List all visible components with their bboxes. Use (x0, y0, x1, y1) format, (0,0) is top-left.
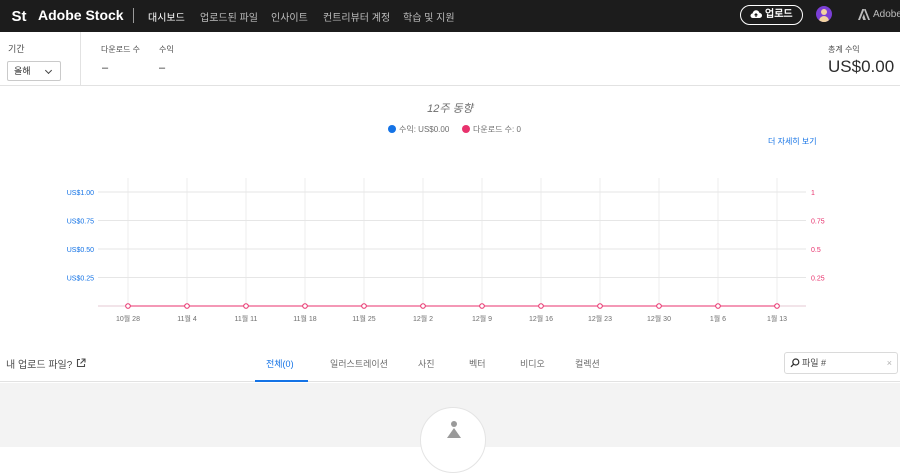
avatar-head (821, 9, 827, 15)
empty-state-illustration (420, 407, 486, 473)
data-point-downloads (361, 303, 367, 309)
stats-row: 기간 올해 다운로드 수 – 수익 – 총계 수익 US$0.00 (0, 32, 900, 86)
legend-downloads-text: 다운로드 수: 0 (473, 125, 521, 134)
data-point-downloads (302, 303, 308, 309)
top-navigation-bar: St Adobe Stock 대시보드 업로드된 파일 인사이트 컨트리뷰터 계… (0, 0, 900, 32)
data-point-downloads (479, 303, 485, 309)
data-point-downloads (420, 303, 426, 309)
active-tab-indicator (255, 380, 308, 382)
x-axis-tick-label: 12월 2 (413, 314, 433, 323)
downloads-value: – (102, 62, 109, 74)
data-point-downloads (184, 303, 190, 309)
legend-downloads[interactable]: 다운로드 수: 0 (462, 124, 521, 135)
file-search-input[interactable]: 파일 # × (784, 352, 898, 374)
x-axis-tick-label: 11월 25 (352, 314, 376, 323)
left-axis-tick-label: US$0.50 (67, 247, 94, 254)
nav-contributor-account[interactable]: 컨트리뷰터 계정 (323, 9, 390, 24)
right-axis-tick-label: 0.75 (811, 219, 825, 226)
right-axis-tick-label: 1 (811, 190, 815, 197)
downloads-label: 다운로드 수 (101, 45, 141, 54)
logo-divider (133, 8, 134, 23)
stock-logo-badge[interactable]: St (7, 4, 31, 28)
legend-revenue-text: 수익: US$0.00 (399, 125, 450, 134)
left-axis-tick-label: US$0.75 (67, 219, 94, 226)
tab-vectors[interactable]: 벡터 (469, 357, 486, 370)
stats-divider (80, 32, 81, 85)
chart-title: 12주 동향 (427, 103, 473, 115)
more-details-link[interactable]: 더 자세히 보기 (768, 136, 817, 147)
revenue-label: 수익 (159, 45, 174, 54)
period-label: 기간 (8, 44, 25, 54)
data-point-downloads (538, 303, 544, 309)
x-axis-tick-label: 1월 13 (767, 314, 787, 323)
trend-chart: US$1.00 1 US$0.75 0.75 US$0.50 0.5 US$0.25 0.25… (67, 178, 825, 323)
data-point-downloads (597, 303, 603, 309)
adobe-label[interactable]: Adobe (873, 9, 900, 20)
x-axis-tick-label: 12월 23 (588, 314, 612, 323)
upload-button-label: 업로드 (765, 9, 793, 20)
x-axis-tick-label: 11월 4 (177, 314, 197, 323)
right-axis-tick-label: 0.25 (811, 276, 825, 283)
total-revenue-label: 총계 수익 (828, 45, 860, 54)
x-axis-tick-label: 12월 9 (472, 314, 492, 323)
x-axis-tick-label: 11월 11 (235, 314, 258, 323)
search-placeholder: 파일 # (802, 358, 827, 368)
total-revenue-value: US$0.00 (828, 57, 895, 76)
revenue-value: – (159, 62, 166, 74)
period-select-value: 올해 (14, 66, 31, 76)
clear-search-icon[interactable]: × (887, 353, 892, 373)
data-point-downloads (243, 303, 249, 309)
legend-downloads-dot (462, 125, 470, 133)
uploads-filter-bar: 내 업로드 파일? 전체(0) 일러스트레이션 사진 벡터 비디오 컬렉션 파일… (0, 346, 900, 382)
nav-learn-support[interactable]: 학습 및 지원 (403, 9, 455, 24)
left-axis-tick-label: US$1.00 (67, 190, 94, 197)
data-point-downloads (656, 303, 662, 309)
data-point-downloads (774, 303, 780, 309)
empty-state-icon (447, 421, 461, 438)
nav-insights[interactable]: 인사이트 (271, 9, 308, 24)
right-axis-tick-label: 0.5 (811, 247, 821, 254)
adobe-logo-icon[interactable] (858, 9, 870, 20)
external-link-icon[interactable] (76, 358, 86, 368)
tab-collections[interactable]: 컬렉션 (575, 357, 600, 370)
tab-photos[interactable]: 사진 (418, 357, 435, 370)
x-axis-tick-label: 12월 30 (647, 314, 671, 323)
avatar[interactable] (816, 6, 832, 22)
uploads-content-area (0, 383, 900, 473)
app-title[interactable]: Adobe Stock (38, 7, 124, 23)
x-axis-tick-label: 10월 28 (116, 314, 140, 323)
nav-dashboard[interactable]: 대시보드 (148, 9, 185, 24)
search-icon (790, 358, 800, 368)
avatar-body (819, 16, 829, 22)
data-point-downloads (125, 303, 131, 309)
x-axis-tick-label: 12월 16 (529, 314, 553, 323)
nav-uploaded-files[interactable]: 업로드된 파일 (200, 9, 258, 24)
tab-illustrations[interactable]: 일러스트레이션 (330, 357, 388, 370)
upload-button[interactable]: 업로드 (740, 5, 803, 25)
x-axis-tick-label: 1월 6 (710, 314, 726, 323)
my-uploads-title: 내 업로드 파일? (6, 360, 73, 371)
legend-revenue[interactable]: 수익: US$0.00 (388, 124, 449, 135)
cloud-upload-icon (750, 10, 762, 19)
period-select[interactable]: 올해 (7, 61, 61, 81)
chevron-down-icon (44, 66, 53, 75)
tab-all[interactable]: 전체(0) (266, 357, 294, 370)
data-point-downloads (715, 303, 721, 309)
x-axis-tick-label: 11월 18 (293, 314, 317, 323)
legend-revenue-dot (388, 125, 396, 133)
tab-videos[interactable]: 비디오 (520, 357, 545, 370)
left-axis-tick-label: US$0.25 (67, 276, 94, 283)
